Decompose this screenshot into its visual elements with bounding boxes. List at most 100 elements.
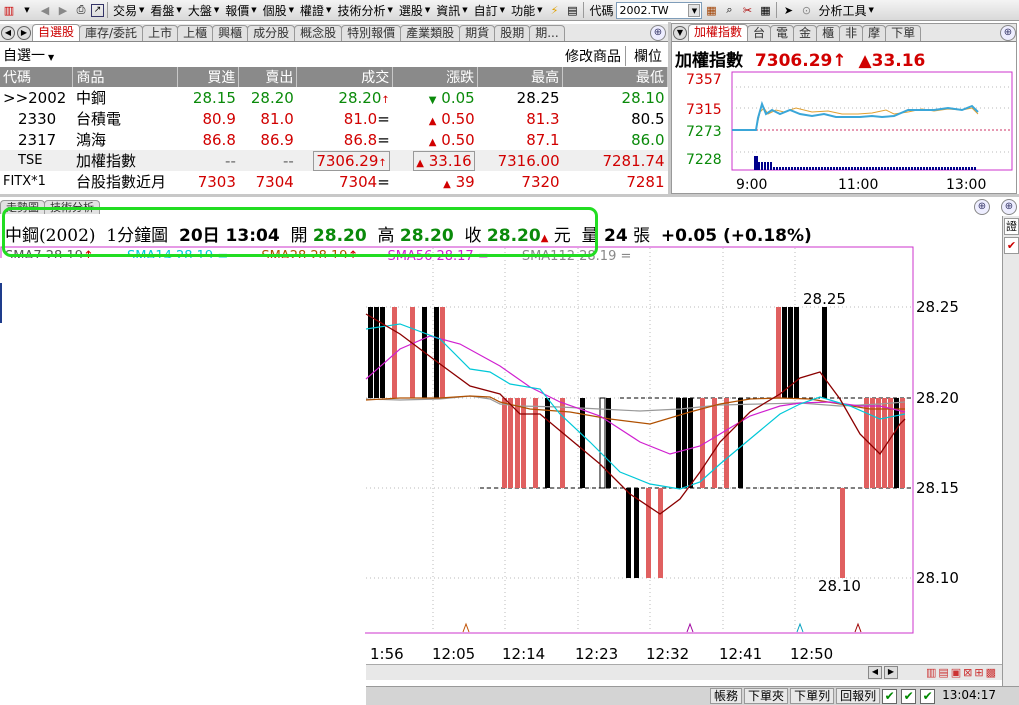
mini-volume-bar (905, 167, 907, 170)
column-header[interactable]: 代碼 (0, 67, 74, 87)
tab-otc[interactable]: 上櫃 (177, 25, 214, 41)
status-check-icon[interactable]: ✔ (901, 688, 917, 704)
tab-concept[interactable]: 概念股 (294, 25, 343, 41)
menu-info[interactable]: 資訊 ▼ (433, 1, 470, 20)
new-window-icon[interactable]: ↗ (91, 3, 104, 17)
menu-screener[interactable]: 選股 ▼ (396, 1, 433, 20)
chevron-down-icon: ▼ (462, 6, 468, 14)
chart-period: 1分鐘圖 (106, 226, 169, 246)
side-button-cert[interactable]: 證 (1004, 218, 1019, 235)
scroll-right-icon[interactable]: ▶ (884, 666, 898, 679)
candle (782, 307, 787, 398)
tab-components[interactable]: 成分股 (247, 25, 296, 41)
panel-splitter[interactable] (0, 194, 1019, 197)
candle (794, 307, 799, 398)
checklist-icon[interactable]: ✔ (1004, 237, 1019, 254)
column-header[interactable]: 成交 (296, 67, 394, 87)
zoom-in-icon[interactable]: ⊕ (1001, 199, 1017, 215)
quote-icon[interactable]: ▦ (703, 3, 719, 18)
menu-quote[interactable]: 報價 ▼ (222, 1, 259, 20)
tab-fin[interactable]: 金 (793, 25, 818, 41)
table-row[interactable]: TSE 加權指數 -- -- 7306.29↑ ▲ 33.16 7316.00 … (0, 150, 668, 171)
tab-tw[interactable]: 台 (747, 25, 772, 41)
candle (634, 488, 639, 578)
order-folder-button[interactable]: 下單夾 (744, 688, 789, 704)
mini-volume-bar (833, 167, 835, 170)
back-arrow-icon[interactable]: ◀ (37, 3, 53, 18)
table-row[interactable]: FITX*1 台股指數近月 7303 7304 7304= ▲ 39 7320 … (0, 171, 668, 192)
menu-dropdown-icon[interactable]: ▼ (19, 3, 35, 18)
menu-function[interactable]: 功能 ▼ (508, 1, 545, 20)
chevron-down-icon: ▼ (288, 6, 295, 14)
group-selector[interactable]: 自選一 ▼ (3, 45, 153, 65)
status-check-icon[interactable]: ✔ (920, 688, 936, 704)
tab-order[interactable]: 下單 (885, 25, 922, 41)
menu-market[interactable]: 大盤 ▼ (185, 1, 222, 20)
print-icon[interactable]: ⎙ (73, 3, 89, 18)
calendar-icon[interactable]: ▤ (564, 3, 580, 18)
cursor-icon[interactable]: ➤ (780, 3, 796, 18)
zoom-in-icon[interactable]: ⊕ (650, 25, 666, 41)
status-check-icon[interactable]: ✔ (882, 688, 898, 704)
report-bar-button[interactable]: 回報列 (836, 688, 881, 704)
order-bar-button[interactable]: 下單列 (790, 688, 835, 704)
candle (840, 488, 845, 578)
column-header[interactable]: 商品 (72, 67, 179, 87)
account-button[interactable]: 帳務 (710, 688, 743, 704)
forward-arrow-icon[interactable]: ▶ (55, 3, 71, 18)
column-header[interactable]: 漲跌 (392, 67, 479, 87)
tab-scroll-icon[interactable]: ▼ (673, 26, 687, 40)
tab-nonfin[interactable]: 非 (839, 25, 864, 41)
tab-stock-futures[interactable]: 股期 (494, 25, 531, 41)
chart-tool-icons[interactable]: ▥▤▣⊠⊞▩ (926, 666, 998, 679)
menu-trade[interactable]: 交易 ▼ (110, 1, 147, 20)
last-value: 7306.29 (316, 151, 379, 170)
table-row[interactable]: 2317 鴻海 86.8 86.9 86.8= ▲ 0.50 87.1 86.0 (0, 129, 668, 150)
menu-technical[interactable]: 技術分析 ▼ (334, 1, 395, 20)
code-input[interactable]: 2002.TW ▼ (616, 1, 703, 19)
tab-scroll-right-icon[interactable]: ▶ (17, 26, 31, 40)
tab-futures[interactable]: 期貨 (459, 25, 496, 41)
tab-otc[interactable]: 櫃 (816, 25, 841, 41)
menu-custom[interactable]: 自訂 ▼ (471, 1, 508, 20)
menu-watch[interactable]: 看盤 ▼ (147, 1, 184, 20)
column-header[interactable]: 買進 (177, 67, 240, 87)
tab-technical-analysis[interactable]: 技術分析 (44, 200, 100, 214)
zoom-in-icon[interactable]: ⊕ (974, 199, 990, 215)
tab-weighted-index[interactable]: 加權指數 (688, 24, 749, 41)
column-header[interactable]: 最低 (562, 67, 668, 87)
menu-stock[interactable]: 個股 ▼ (260, 1, 297, 20)
chart-icon[interactable]: ▦ (757, 3, 773, 18)
tab-watchlist[interactable]: 自選股 (32, 24, 81, 41)
tab-special-quote[interactable]: 特別報價 (341, 25, 402, 41)
lightning-icon[interactable]: ⚡ (546, 3, 562, 18)
search-icon[interactable]: ⌕ (721, 3, 737, 18)
table-row[interactable]: >>2002 中鋼 28.15 28.20 28.20↑ ▼ 0.05 28.2… (0, 87, 668, 108)
tab-inventory[interactable]: 庫存/委託 (79, 25, 144, 41)
lock-icon[interactable]: ⊙ (798, 3, 814, 18)
tab-msci[interactable]: 摩 (862, 25, 887, 41)
tools-icon[interactable]: ✂ (739, 3, 755, 18)
fields-button[interactable]: 欄位 (634, 46, 662, 66)
tab-trend-chart[interactable]: 走勢圖 (0, 200, 45, 214)
menu-warrant[interactable]: 權證 ▼ (297, 1, 334, 20)
table-row[interactable]: 2330 台積電 80.9 81.0 81.0= ▲ 0.50 81.3 80.… (0, 108, 668, 129)
tab-listed[interactable]: 上市 (142, 25, 179, 41)
mini-volume-bar (773, 167, 775, 170)
tab-industry[interactable]: 產業類股 (400, 25, 461, 41)
scroll-left-icon[interactable]: ◀ (868, 666, 882, 679)
zoom-in-icon[interactable]: ⊕ (1000, 25, 1016, 41)
mini-volume-bar (908, 167, 910, 170)
tab-emerging[interactable]: 興櫃 (212, 25, 249, 41)
tab-more[interactable]: 期... (529, 25, 565, 41)
tab-elec[interactable]: 電 (770, 25, 795, 41)
column-header[interactable]: 最高 (477, 67, 564, 87)
modify-items-button[interactable]: 修改商品 (565, 46, 626, 66)
tab-scroll-left-icon[interactable]: ◀ (1, 26, 15, 40)
analysis-tools-menu[interactable]: 分析工具 ▼ (815, 1, 876, 20)
mini-volume-bar (758, 162, 760, 170)
chart-scrollbar[interactable]: ◀ ▶ ▥▤▣⊠⊞▩ (366, 664, 1002, 680)
column-header[interactable]: 賣出 (238, 67, 298, 87)
app-logo-icon[interactable]: ▥ (1, 3, 17, 18)
chevron-down-icon[interactable]: ▼ (688, 3, 701, 17)
